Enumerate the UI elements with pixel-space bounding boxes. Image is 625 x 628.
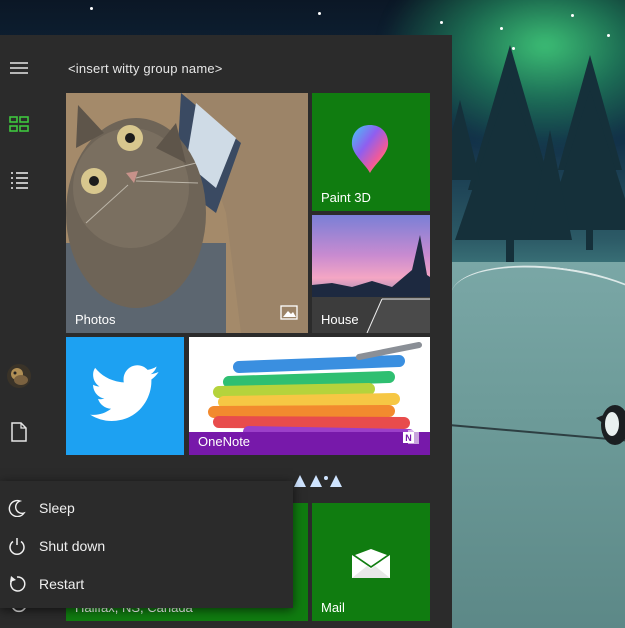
onenote-badge-icon: N: [402, 429, 420, 450]
photos-badge-icon: [280, 305, 298, 325]
hamburger-menu-icon[interactable]: [0, 49, 38, 87]
mail-envelope-icon: [352, 549, 390, 578]
star: [318, 12, 321, 15]
pine-trees: [440, 45, 625, 265]
star: [607, 34, 610, 37]
mail-tile[interactable]: Mail: [312, 503, 430, 621]
twitter-bird-icon: [90, 365, 159, 421]
sleep-label: Sleep: [39, 500, 75, 516]
onenote-tile[interactable]: OneNote N: [189, 337, 430, 455]
group-header-decoration: [294, 475, 342, 487]
photos-tile-label: Photos: [75, 312, 116, 327]
star: [90, 7, 93, 10]
paint3d-icon: [351, 125, 389, 173]
mail-tile-label: Mail: [321, 600, 345, 615]
onenote-tile-label: OneNote: [198, 434, 251, 449]
paint3d-tile[interactable]: Paint 3D: [312, 93, 430, 211]
user-avatar[interactable]: [0, 357, 38, 395]
restart-menu-item[interactable]: Restart: [0, 565, 293, 603]
twitter-tile[interactable]: [66, 337, 184, 455]
penguin-figure: [596, 405, 625, 445]
shutdown-icon: [1, 537, 33, 555]
svg-text:N: N: [405, 433, 412, 443]
star: [440, 21, 443, 24]
shutdown-label: Shut down: [39, 538, 106, 554]
tile-group-title[interactable]: <insert witty group name>: [68, 61, 223, 76]
all-tiles-icon[interactable]: [0, 105, 38, 143]
sleep-menu-item[interactable]: Sleep: [0, 489, 293, 527]
house-tile-label: House: [321, 312, 359, 327]
restart-label: Restart: [39, 576, 85, 592]
sleep-moon-icon: [1, 499, 33, 517]
star: [571, 14, 574, 17]
star: [500, 27, 503, 30]
paint3d-tile-label: Paint 3D: [321, 190, 371, 205]
all-apps-list-icon[interactable]: [0, 161, 38, 199]
cat-photo: [66, 93, 308, 333]
restart-icon: [1, 575, 33, 593]
documents-icon[interactable]: [0, 413, 38, 451]
photos-tile[interactable]: Photos: [66, 93, 308, 333]
power-options-menu: Sleep Shut down Restart: [0, 481, 293, 608]
shutdown-menu-item[interactable]: Shut down: [0, 527, 293, 565]
house-tile[interactable]: House: [312, 215, 430, 333]
start-menu: <insert witty group name> Photos Paint 3…: [0, 35, 452, 628]
